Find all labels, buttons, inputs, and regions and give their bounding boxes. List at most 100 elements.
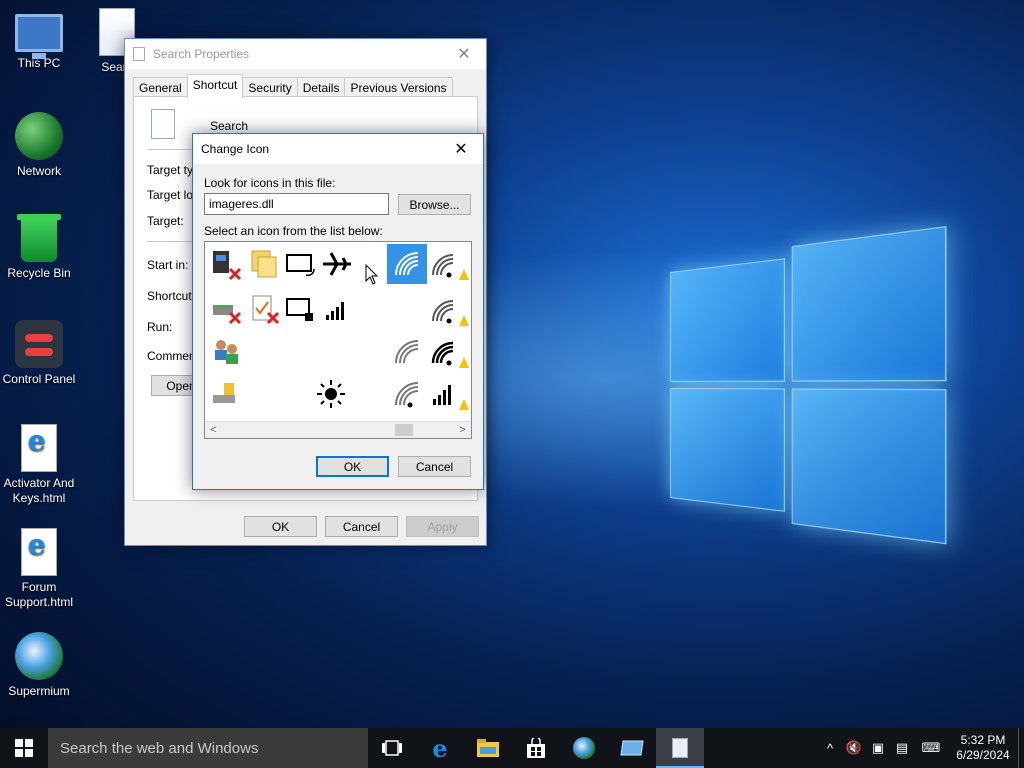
action-center-icon[interactable]: ▤ [890, 740, 914, 756]
apply-button[interactable]: Apply [406, 516, 479, 537]
clock-time: 5:32 PM [960, 733, 1006, 747]
tab-shortcut[interactable]: Shortcut [186, 74, 244, 98]
cellular-signal-icon[interactable] [317, 290, 357, 330]
select-icon-label: Select an icon from the list below: [204, 224, 383, 238]
windows-wallpaper-logo [670, 225, 951, 545]
show-desktop-button[interactable] [1018, 728, 1024, 768]
taskbar-search-box[interactable]: Search the web and Windows [48, 728, 368, 768]
look-for-icons-label: Look for icons in this file: [204, 176, 336, 190]
folders-icon[interactable] [245, 244, 285, 284]
control-panel-icon [15, 320, 63, 368]
tab-details[interactable]: Details [296, 77, 346, 98]
media-device-error-icon[interactable] [207, 244, 247, 284]
change-icon-titlebar[interactable]: Change Icon ✕ [193, 134, 483, 164]
cancel-button[interactable]: Cancel [398, 456, 471, 477]
desktop-icon-this-pc[interactable]: This PC [0, 8, 78, 71]
network-icon[interactable]: ▣ [866, 740, 890, 756]
wifi-warning-icon[interactable] [429, 332, 469, 372]
desktop-icon-control-panel[interactable]: Control Panel [0, 320, 78, 387]
mouse-cursor-icon [365, 264, 379, 285]
document-check-error-icon[interactable] [245, 290, 285, 330]
tab-security[interactable]: Security [242, 77, 298, 98]
task-view-icon [382, 740, 402, 756]
display-sync-icon[interactable] [281, 244, 321, 284]
supermium-browser-icon [15, 632, 63, 680]
scroll-left-icon[interactable]: < [205, 422, 222, 438]
scroll-right-icon[interactable]: > [454, 422, 471, 438]
field-label-target-location: Target loc [147, 188, 195, 202]
wifi-warning-icon[interactable] [429, 290, 469, 330]
desktop-icon-label: Supermium [8, 684, 70, 698]
desktop-icon-network[interactable]: Network [0, 112, 78, 179]
keyboard-icon[interactable]: ⌨ [914, 740, 948, 756]
taskbar: Search the web and Windows e ^ 🔇 ▣ ▤ ⌨ 5… [0, 728, 1024, 768]
signal-warning-icon[interactable] [429, 374, 469, 414]
network-globe-icon [15, 112, 63, 160]
drive-error-icon[interactable] [207, 290, 247, 330]
task-view-button[interactable] [368, 728, 416, 768]
windows-logo-icon [15, 739, 33, 757]
document-icon [151, 109, 175, 139]
recycle-bin-icon [17, 214, 61, 262]
ok-button[interactable]: OK [316, 456, 389, 477]
field-label-target: Target: [147, 214, 184, 228]
tab-general[interactable]: General [133, 77, 188, 98]
desktop-icon-label: Control Panel [2, 372, 76, 386]
edge-taskbar-button[interactable]: e [416, 728, 464, 768]
field-label-start-in: Start in: [147, 258, 189, 272]
desktop-icon-recycle-bin[interactable]: Recycle Bin [0, 214, 78, 281]
desktop-icon-label: Activator And Keys.html [3, 476, 75, 505]
wifi-icon[interactable] [387, 332, 427, 372]
desktop-icon-supermium[interactable]: Supermium [0, 632, 78, 699]
edge-html-file-icon: e [21, 528, 57, 576]
start-button[interactable] [0, 728, 48, 768]
display-lock-icon[interactable] [281, 290, 321, 330]
close-icon[interactable]: ✕ [442, 39, 486, 69]
volume-muted-icon[interactable]: 🔇 [842, 740, 866, 756]
properties-tabs: General Shortcut Security Details Previo… [125, 69, 486, 98]
change-icon-dialog: Change Icon ✕ Look for icons in this fil… [192, 133, 484, 490]
file-explorer-taskbar-button[interactable] [464, 728, 512, 768]
drive-lock-icon[interactable] [207, 374, 247, 414]
supermium-taskbar-button[interactable] [560, 728, 608, 768]
wifi-signal-icon[interactable] [387, 244, 427, 284]
properties-titlebar[interactable]: Search Properties ✕ [125, 39, 486, 69]
store-taskbar-button[interactable] [512, 728, 560, 768]
folder-icon [477, 739, 499, 757]
wifi-warning-icon[interactable] [429, 244, 469, 284]
cancel-button[interactable]: Cancel [325, 516, 398, 537]
desktop-icon-label: Forum Support.html [4, 580, 74, 609]
browse-button[interactable]: Browse... [398, 194, 471, 215]
brightness-icon[interactable] [311, 374, 351, 414]
close-icon[interactable]: ✕ [439, 134, 483, 164]
desktop-icon-label: Network [16, 164, 61, 178]
airplane-mode-icon[interactable] [317, 244, 357, 284]
tab-previous-versions[interactable]: Previous Versions [344, 77, 453, 98]
computer-icon [15, 14, 63, 59]
edge-icon: e [432, 733, 448, 763]
icon-list[interactable]: < > [204, 241, 472, 439]
wifi-icon[interactable] [387, 374, 427, 414]
ok-button[interactable]: OK [244, 516, 317, 537]
dialog-title: Change Icon [201, 142, 270, 156]
window-title: Search Properties [153, 47, 250, 61]
chevron-up-icon[interactable]: ^ [818, 741, 842, 756]
desktop-icon-activator[interactable]: e Activator And Keys.html [0, 424, 78, 506]
supermium-icon [573, 737, 595, 759]
icon-list-scrollbar[interactable]: < > [205, 421, 471, 438]
clock[interactable]: 5:32 PM 6/29/2024 [948, 733, 1018, 763]
users-sync-icon[interactable] [207, 332, 247, 372]
scrollbar-thumb[interactable] [395, 424, 413, 436]
icon-file-input[interactable]: imageres.dll [204, 193, 389, 215]
control-taskbar-button[interactable] [608, 728, 656, 768]
desktop-icon-label: Recycle Bin [7, 266, 71, 280]
document-icon [133, 47, 145, 61]
shortcut-name: Search [210, 119, 249, 133]
document-icon [672, 738, 688, 758]
field-label-shortcut-key: Shortcut k [147, 289, 195, 303]
control-panel-window-icon [620, 740, 644, 756]
clock-date: 6/29/2024 [956, 748, 1010, 762]
desktop-icon-forum-support[interactable]: e Forum Support.html [0, 528, 78, 610]
notepad-taskbar-button[interactable] [656, 728, 704, 768]
field-label-run: Run: [147, 320, 173, 334]
